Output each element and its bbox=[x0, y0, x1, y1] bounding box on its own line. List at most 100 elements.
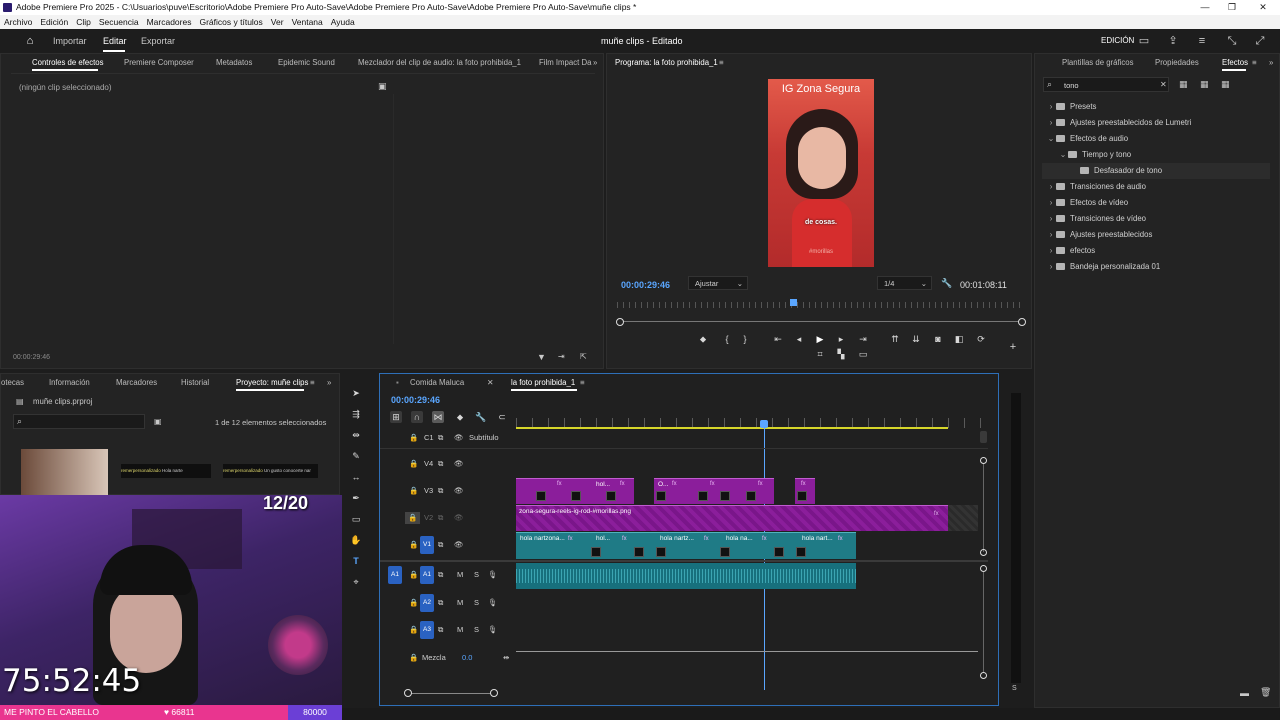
chevron-right-icon[interactable]: › bbox=[1046, 195, 1056, 211]
project-menu-icon[interactable]: ≡ bbox=[310, 374, 315, 391]
lock-icon[interactable]: 🔒 bbox=[405, 512, 421, 524]
add-button-icon[interactable]: + bbox=[1007, 341, 1019, 353]
extract-icon[interactable]: ⇊ bbox=[910, 333, 922, 345]
scale-icon[interactable]: ⤡ bbox=[1226, 35, 1238, 47]
lock-icon[interactable]: 🔒 bbox=[409, 458, 418, 470]
export-frame-icon[interactable]: ⇥ bbox=[558, 352, 565, 361]
a1-target[interactable]: A1 bbox=[420, 566, 434, 584]
video-scroll-handle-bottom[interactable] bbox=[980, 549, 987, 556]
settings-wrench-icon[interactable]: 🔧 bbox=[475, 411, 487, 423]
tab-graphics-templates[interactable]: Plantillas de gráficos bbox=[1062, 54, 1134, 71]
safe-margins-icon[interactable]: ⌗ bbox=[814, 348, 826, 360]
more-tabs-icon[interactable]: » bbox=[593, 54, 597, 71]
mix-value[interactable]: 0.0 bbox=[462, 652, 472, 664]
filter-icon[interactable]: ▼ bbox=[537, 352, 546, 362]
program-timecode[interactable]: 00:00:29:46 bbox=[621, 280, 670, 290]
sync-lock-icon[interactable]: ⧉ bbox=[438, 597, 443, 609]
audio-scroll-handle-bottom[interactable] bbox=[980, 672, 987, 679]
a2-target[interactable]: A2 bbox=[420, 594, 434, 612]
multi-cam-icon[interactable]: ▭ bbox=[857, 348, 869, 360]
tab-audio-clip-mixer[interactable]: Mezclador del clip de audio: la foto pro… bbox=[358, 54, 521, 71]
linked-selection-icon[interactable]: ⋈ bbox=[432, 411, 444, 423]
wrench-icon[interactable]: 🔧 bbox=[941, 278, 952, 289]
fit-select[interactable]: Ajustar ⌄ bbox=[688, 276, 748, 290]
zoom-handle-left[interactable] bbox=[616, 318, 624, 326]
quality-select[interactable]: 1/4 ⌄ bbox=[877, 276, 932, 290]
vr-icon[interactable]: ⟳ bbox=[975, 333, 987, 345]
camera-icon[interactable]: ◙ bbox=[932, 333, 944, 345]
timeline-zoom-bar[interactable] bbox=[408, 693, 494, 694]
lock-icon[interactable]: 🔒 bbox=[409, 539, 418, 551]
maximize-icon[interactable]: ❐ bbox=[1219, 0, 1245, 15]
tab-metadata[interactable]: Metadatos bbox=[216, 54, 252, 71]
clip-thumbnail[interactable]: remerpersonalizado Un gusto conocerte na… bbox=[223, 464, 318, 478]
mark-out-icon[interactable]: } bbox=[739, 333, 751, 345]
v3-clip[interactable]: O... fx fx fx bbox=[654, 478, 774, 504]
menu-lines-icon[interactable]: ≡ bbox=[1196, 35, 1208, 47]
track-select-tool-icon[interactable]: ⇶ bbox=[350, 408, 362, 420]
a1-audio-clip[interactable] bbox=[516, 563, 856, 589]
effects-tree-item[interactable]: Desfasador de tono bbox=[1042, 163, 1270, 179]
clear-search-icon[interactable]: ✕ bbox=[1160, 80, 1167, 89]
microphone-icon[interactable]: 🎙 bbox=[488, 597, 498, 609]
tab-film-impact[interactable]: Film Impact Da bbox=[539, 54, 591, 71]
ripple-edit-tool-icon[interactable]: ⇹ bbox=[350, 429, 362, 441]
project-search-input[interactable]: ⌕ bbox=[13, 414, 145, 429]
v1-clip-group[interactable]: hola nartzona... fx hol... fx hola nartz… bbox=[516, 532, 856, 559]
share-icon[interactable]: ⇪ bbox=[1167, 35, 1179, 47]
pen-tool-icon[interactable]: ✒ bbox=[350, 492, 362, 504]
program-ruler[interactable] bbox=[617, 302, 1023, 308]
effects-tree-item[interactable]: › Presets bbox=[1042, 99, 1097, 115]
snap-icon[interactable]: ∩ bbox=[411, 411, 423, 423]
yuv-effects-icon[interactable]: ▦ bbox=[1221, 79, 1230, 90]
caption-tool-icon[interactable]: ⌖ bbox=[350, 576, 362, 588]
solo-button[interactable]: S bbox=[474, 569, 479, 581]
caption-scroll[interactable] bbox=[980, 431, 987, 443]
program-tab[interactable]: Programa: la foto prohibida_1 bbox=[615, 54, 718, 71]
eye-icon[interactable]: 👁 bbox=[454, 512, 464, 524]
tab-markers[interactable]: Marcadores bbox=[116, 374, 157, 391]
effects-tree-item[interactable]: › efectos bbox=[1042, 243, 1095, 259]
fullscreen-icon[interactable]: ⤢ bbox=[1254, 35, 1266, 47]
chevron-right-icon[interactable]: › bbox=[1046, 211, 1056, 227]
eye-icon[interactable]: 👁 bbox=[454, 485, 464, 497]
razor-tool-icon[interactable]: ✎ bbox=[350, 450, 362, 462]
captions-icon[interactable]: ⊂ bbox=[496, 411, 508, 423]
selection-tool-icon[interactable]: ➤ bbox=[350, 387, 362, 399]
timeline-zoom-left[interactable] bbox=[404, 689, 412, 697]
new-bin-icon[interactable]: ▣ bbox=[154, 417, 162, 426]
zoom-bar[interactable] bbox=[620, 321, 1022, 322]
panel-toggle-icon[interactable]: ▣ bbox=[378, 81, 387, 92]
effects-tree-item[interactable]: › Transiciones de vídeo bbox=[1042, 211, 1146, 227]
mute-button[interactable]: M bbox=[457, 624, 463, 636]
v1-target[interactable]: V1 bbox=[420, 536, 434, 554]
menu-graficos[interactable]: Gráficos y títulos bbox=[199, 15, 262, 29]
lift-icon[interactable]: ⇈ bbox=[889, 333, 901, 345]
audio-scroll-handle-top[interactable] bbox=[980, 565, 987, 572]
mute-button[interactable]: M bbox=[457, 569, 463, 581]
microphone-icon[interactable]: 🎙 bbox=[488, 624, 498, 636]
program-menu-icon[interactable]: ≡ bbox=[719, 54, 724, 71]
timeline-timecode[interactable]: 00:00:29:46 bbox=[391, 395, 440, 405]
chevron-down-icon[interactable]: ⌄ bbox=[1058, 147, 1068, 163]
effects-tree-item[interactable]: › Ajustes preestablecidos de Lumetri bbox=[1042, 115, 1192, 131]
menu-archivo[interactable]: Archivo bbox=[4, 15, 32, 29]
workspace-label[interactable]: EDICIÓN bbox=[1101, 29, 1134, 53]
import-tab[interactable]: Importar bbox=[53, 29, 87, 53]
step-back-icon[interactable]: ◂ bbox=[793, 333, 805, 345]
sync-lock-icon[interactable]: ⧉ bbox=[438, 512, 443, 524]
effects-tree-item[interactable]: › Efectos de vídeo bbox=[1042, 195, 1128, 211]
transparency-icon[interactable]: ▚ bbox=[835, 348, 847, 360]
minimize-icon[interactable]: — bbox=[1192, 0, 1218, 15]
eye-icon[interactable]: 👁 bbox=[454, 432, 464, 444]
step-forward-icon[interactable]: ▸ bbox=[835, 333, 847, 345]
menu-ver[interactable]: Ver bbox=[271, 15, 284, 29]
more-tabs-icon[interactable]: » bbox=[327, 374, 331, 391]
tab-sequence-comida-maluca[interactable]: Comida Maluca bbox=[410, 374, 464, 391]
go-to-out-icon[interactable]: ⇥ bbox=[857, 333, 869, 345]
delete-icon[interactable]: 🗑 bbox=[1260, 687, 1271, 698]
effects-menu-icon[interactable]: ≡ bbox=[1252, 54, 1257, 71]
rectangle-tool-icon[interactable]: ▭ bbox=[350, 513, 362, 525]
clip-thumbnail[interactable] bbox=[21, 449, 108, 496]
menu-edicion[interactable]: Edición bbox=[40, 15, 68, 29]
